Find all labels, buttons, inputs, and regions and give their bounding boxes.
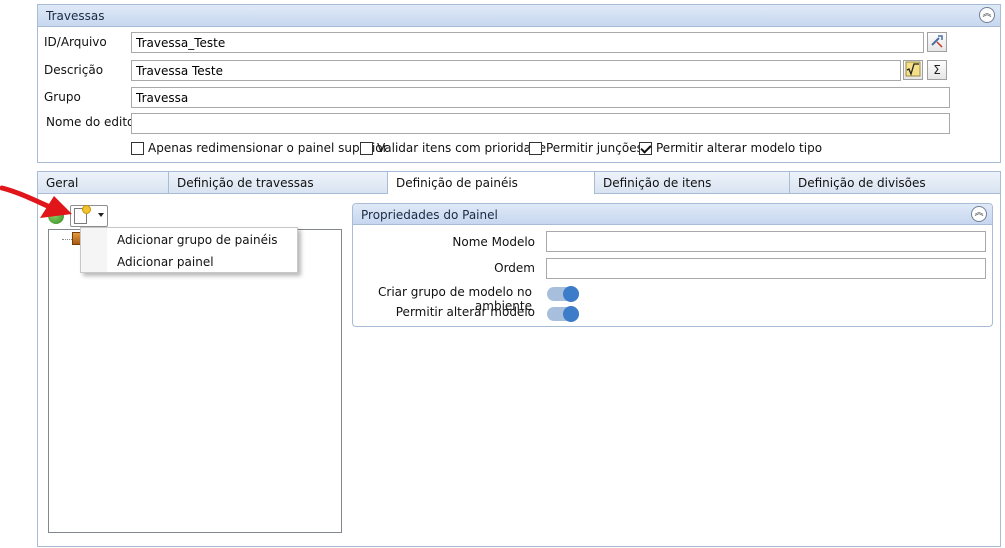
editor-name-label: Nome do editor: [46, 115, 140, 129]
ordem-input[interactable]: [546, 258, 986, 279]
new-star-icon: [82, 205, 91, 214]
description-label: Descrição: [44, 63, 104, 77]
criar-grupo-toggle[interactable]: [547, 286, 579, 302]
group-label: Grupo: [44, 90, 81, 104]
checkbox-resize-top-panel[interactable]: Apenas redimensionar o painel superior: [131, 141, 388, 155]
chevron-down-icon[interactable]: [98, 213, 104, 217]
checkbox-label: Validar itens com prioridade: [377, 141, 547, 155]
checkbox-box-checked[interactable]: [639, 141, 652, 155]
tab-definicao-paineis[interactable]: Definição de painéis: [387, 171, 595, 194]
checkbox-label: Permitir junções: [546, 141, 643, 155]
collapse-icon[interactable]: ︽: [971, 206, 987, 222]
browse-file-icon[interactable]: [927, 32, 947, 52]
tab-definicao-travessas[interactable]: Definição de travessas: [168, 171, 388, 193]
checkbox-label: Permitir alterar modelo tipo: [656, 141, 823, 155]
menu-item-add-panel[interactable]: Adicionar painel: [117, 255, 214, 269]
collapse-icon[interactable]: ︽: [979, 7, 995, 23]
add-context-menu: Adicionar grupo de painéis Adicionar pai…: [80, 227, 298, 273]
sigma-icon[interactable]: Σ: [927, 60, 947, 80]
formula-sqrt-icon[interactable]: [903, 60, 923, 80]
panel-properties: Propriedades do Painel ︽ Nome Modelo Ord…: [352, 203, 993, 327]
description-input[interactable]: [131, 60, 901, 81]
checkbox-allow-joins[interactable]: Permitir junções: [529, 141, 643, 155]
nome-modelo-label: Nome Modelo: [452, 235, 535, 249]
permitir-alterar-label: Permitir alterar modelo: [395, 305, 535, 319]
properties-header: Propriedades do Painel ︽: [353, 204, 992, 225]
nome-modelo-input[interactable]: [546, 231, 986, 252]
checkbox-box[interactable]: [360, 141, 373, 155]
checkbox-box[interactable]: [529, 141, 542, 155]
permitir-alterar-toggle[interactable]: [547, 306, 579, 322]
red-arrow-annotation: [0, 185, 72, 218]
travessas-panel-header: Travessas ︽: [38, 5, 1000, 27]
checkbox-validate-priority[interactable]: Validar itens com prioridade: [360, 141, 546, 155]
menu-icon-gutter: [81, 228, 107, 272]
menu-item-add-panel-group[interactable]: Adicionar grupo de painéis: [117, 233, 278, 247]
toggle-knob: [563, 286, 579, 302]
ordem-label: Ordem: [494, 261, 535, 275]
toggle-knob: [563, 306, 579, 322]
editor-name-input[interactable]: [131, 113, 950, 134]
checkbox-box[interactable]: [131, 141, 144, 155]
properties-title: Propriedades do Painel: [361, 208, 498, 222]
id-label: ID/Arquivo: [44, 35, 107, 49]
id-input[interactable]: [131, 32, 924, 53]
group-input[interactable]: [131, 87, 950, 108]
panel-tree[interactable]: [48, 229, 342, 533]
tab-definicao-divisoes[interactable]: Definição de divisões: [789, 171, 1001, 193]
panel-title: Travessas: [46, 9, 105, 23]
tab-definicao-itens[interactable]: Definição de itens: [594, 171, 790, 193]
checkbox-label: Apenas redimensionar o painel superior: [148, 141, 388, 155]
travessas-panel: Travessas ︽ ID/Arquivo Descrição Σ Grupo…: [37, 4, 1001, 163]
checkbox-allow-change-model-type[interactable]: Permitir alterar modelo tipo: [639, 141, 822, 155]
